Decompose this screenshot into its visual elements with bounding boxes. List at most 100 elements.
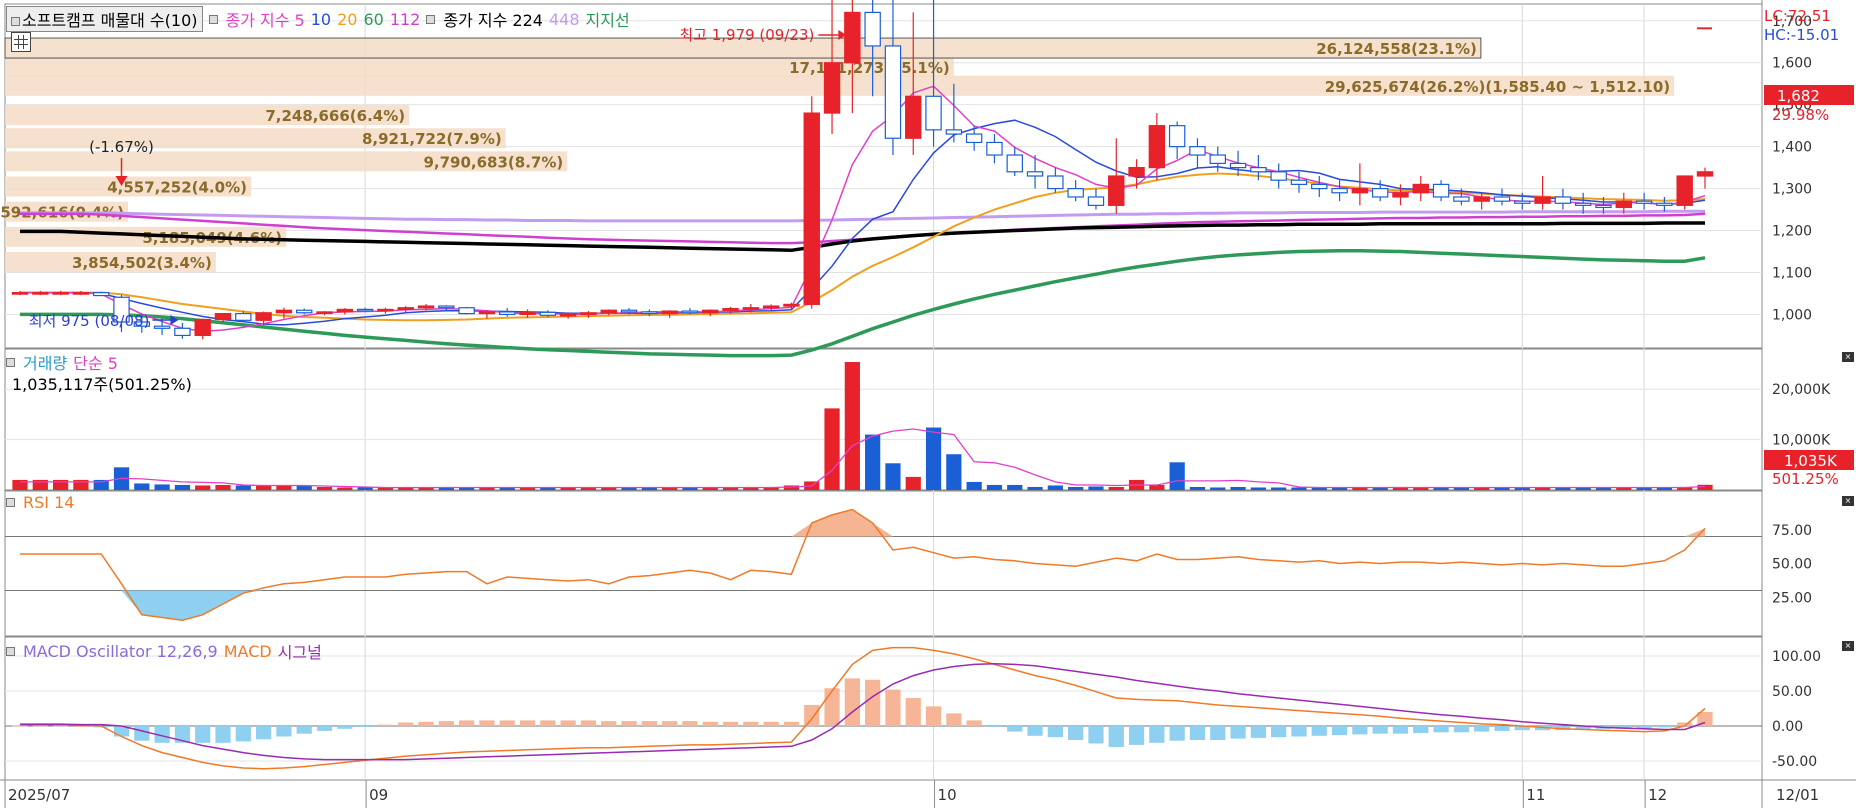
macd-osc-bar	[1331, 726, 1348, 736]
candle-body	[194, 318, 211, 337]
volume-bar	[1250, 487, 1266, 490]
candle-body	[965, 133, 983, 144]
macd-osc-bar	[1250, 726, 1266, 738]
candle-body	[1250, 167, 1267, 173]
macd-osc-bar	[12, 725, 28, 727]
volume-bar	[844, 362, 860, 490]
volume-bar	[1169, 462, 1185, 490]
macd-osc-bar	[418, 721, 434, 726]
ma112-legend[interactable]: 112	[390, 10, 421, 29]
chart-title-button[interactable]: 소프트캠프 매물대 수(10)	[6, 6, 203, 32]
candle-body	[702, 309, 719, 314]
volume-profile-label: 17,101,273(15.1%)	[789, 59, 950, 77]
ma20-legend[interactable]: 20	[337, 10, 357, 29]
volume-bar	[1068, 486, 1084, 490]
candle-body	[1189, 146, 1206, 156]
candle-body	[844, 11, 861, 64]
grid-icon[interactable]	[11, 32, 31, 52]
candle-body	[539, 311, 557, 316]
macd-osc-bar	[357, 726, 373, 727]
candle-body	[1047, 175, 1064, 190]
macd-osc-bar	[1291, 726, 1307, 737]
close-macd-panel-icon[interactable]: ×	[1842, 641, 1854, 651]
ma224-legend[interactable]: 종가 지수 224	[443, 7, 543, 31]
macd-osc-bar	[276, 726, 292, 737]
candle-body	[1432, 183, 1450, 198]
macd-osc-bar	[398, 722, 414, 726]
price-tick-label: 1,200	[1772, 224, 1812, 240]
candle-body	[762, 305, 780, 309]
volume-value: 1,035,117주(501.25%)	[12, 375, 192, 394]
price-tick-label: 1,100	[1772, 265, 1812, 281]
macd-legend: MACD Oscillator 12,26,9 MACD 시그널	[6, 639, 322, 663]
volume-bar	[134, 483, 150, 490]
legend-square-icon	[208, 14, 218, 24]
candle-body	[1534, 196, 1551, 204]
ma60-legend[interactable]: 60	[363, 10, 383, 29]
volume-bar	[1474, 487, 1490, 490]
candle-body	[1676, 175, 1693, 206]
time-axis-label: 2025/07	[8, 786, 70, 804]
macd-osc-bar	[52, 725, 69, 727]
chart-title: 소프트캠프 매물대 수(10)	[22, 11, 198, 30]
candle-body	[478, 311, 496, 315]
candle-body	[438, 305, 455, 309]
candle-body	[255, 312, 272, 321]
candle-body	[32, 292, 49, 295]
volume-bar	[1271, 487, 1287, 490]
hc-label: HC:-15.01	[1764, 26, 1839, 44]
macd-osc-bar	[743, 721, 759, 726]
macd-osc-bar	[580, 720, 597, 726]
price-tick-label: 1,600	[1772, 56, 1812, 72]
candle-body	[336, 308, 354, 313]
signal-label[interactable]: 시그널	[278, 639, 322, 663]
macd-osc-label[interactable]: MACD Oscillator 12,26,9	[23, 642, 218, 661]
ma448-legend[interactable]: 448	[549, 10, 580, 29]
candle-body	[1148, 125, 1166, 169]
candle-body	[72, 292, 90, 295]
candle-body	[174, 327, 191, 337]
volume-bar	[946, 454, 962, 490]
candle-body	[620, 309, 638, 313]
support-legend[interactable]: 지지선	[586, 7, 630, 31]
candle-body	[823, 62, 841, 114]
macd-osc-bar	[925, 706, 942, 726]
macd-osc-bar	[1169, 726, 1185, 741]
candle-body	[1270, 171, 1287, 181]
macd-osc-bar	[1494, 726, 1510, 731]
macd-osc-bar	[1311, 726, 1327, 736]
volume-bar	[1027, 486, 1043, 490]
volume-bar	[337, 487, 353, 490]
close-volume-panel-icon[interactable]: ×	[1842, 352, 1854, 362]
volume-bar	[1007, 484, 1023, 490]
macd-osc-bar	[1413, 726, 1429, 733]
candle-body	[1209, 154, 1226, 165]
macd-osc-bar	[337, 726, 353, 729]
macd-osc-bar	[1453, 726, 1469, 733]
macd-osc-bar	[702, 721, 718, 726]
macd-osc-bar	[560, 720, 576, 726]
volume-bar	[174, 484, 191, 490]
candle-body	[641, 311, 658, 315]
volume-bar	[865, 434, 881, 490]
time-axis-label: 11	[1526, 786, 1545, 804]
macd-osc-bar	[1474, 726, 1490, 732]
rsi-legend: RSI 14	[6, 493, 74, 512]
candle-body	[1290, 179, 1308, 185]
macd-osc-bar	[519, 720, 536, 726]
time-axis-label: 12	[1648, 786, 1667, 804]
volume-tick-label: 10,000K	[1772, 433, 1831, 449]
volume-bar	[357, 487, 373, 490]
macd-tick-label: -50.00	[1772, 754, 1817, 770]
candle-body	[783, 303, 800, 307]
candle-body	[11, 292, 29, 295]
macd-osc-bar	[1210, 726, 1226, 740]
candle-body	[52, 292, 69, 295]
ma-legend-label[interactable]: 종가 지수 5	[226, 7, 305, 31]
close-rsi-panel-icon[interactable]: ×	[1842, 496, 1854, 506]
macd-osc-bar	[1352, 726, 1368, 735]
macd-osc-bar	[1007, 726, 1023, 732]
ma10-legend[interactable]: 10	[311, 10, 331, 29]
rsi-label[interactable]: RSI 14	[23, 493, 74, 512]
macd-label[interactable]: MACD	[224, 642, 272, 661]
